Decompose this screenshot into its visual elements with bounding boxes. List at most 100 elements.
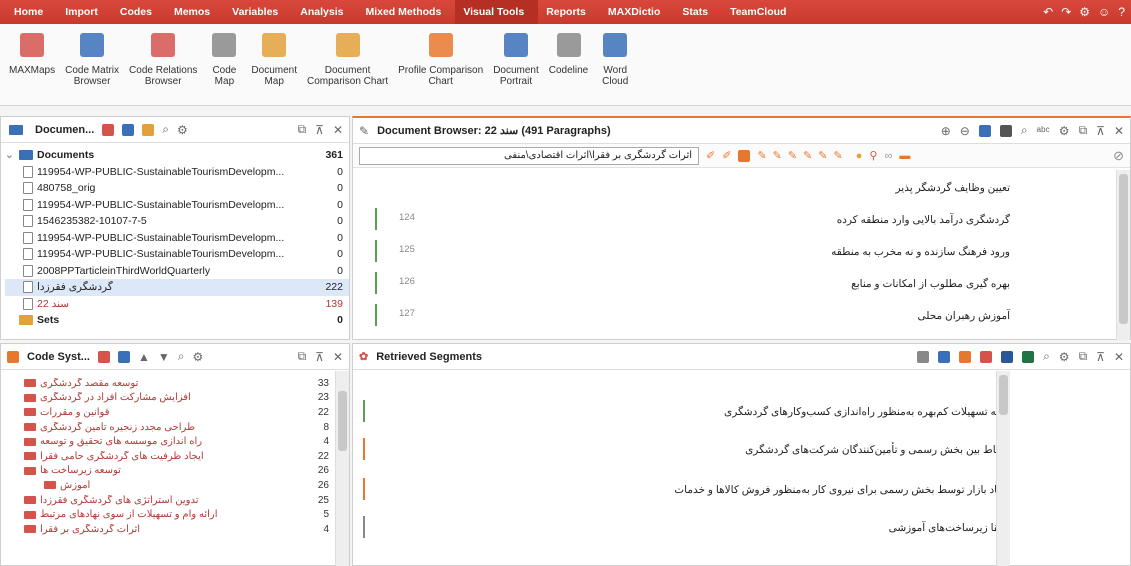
link-icon[interactable]: ∞ bbox=[884, 150, 892, 162]
minimize-icon[interactable]: ⊼ bbox=[315, 123, 324, 137]
gear-icon[interactable]: ⚙ bbox=[1059, 350, 1070, 364]
document-item[interactable]: 119954-WP-PUBLIC-SustainableTourismDevel… bbox=[5, 164, 349, 181]
code-item[interactable]: افزایش مشارکت افراد در گردشگری 23 bbox=[21, 391, 349, 406]
undock-icon[interactable]: ⧉ bbox=[1079, 349, 1088, 364]
close-icon[interactable]: ✕ bbox=[333, 350, 343, 364]
arrow-down-icon[interactable]: ▼ bbox=[158, 350, 170, 364]
document-item[interactable]: 119954-WP-PUBLIC-SustainableTourismDevel… bbox=[5, 230, 349, 247]
document-item[interactable]: 480758_orig 0 bbox=[5, 180, 349, 197]
code-item[interactable]: ارائه وام و تسهیلات از سوی نهادهای مرتبط… bbox=[21, 507, 349, 522]
sets-root[interactable]: Sets 0 bbox=[5, 312, 349, 329]
minimize-icon[interactable]: ⊼ bbox=[1096, 350, 1105, 364]
coding-stripe[interactable] bbox=[375, 304, 385, 326]
menu-variables[interactable]: Variables bbox=[224, 0, 292, 24]
help-icon[interactable]: ? bbox=[1118, 5, 1125, 19]
menu-codes[interactable]: Codes bbox=[112, 0, 166, 24]
gear-icon[interactable]: ⚙ bbox=[192, 350, 203, 364]
code-item[interactable]: تدوین استراتژی های گردشگری فقرزدا 25 bbox=[21, 493, 349, 508]
doc-scroll-thumb[interactable] bbox=[1119, 174, 1128, 324]
comment-icon[interactable]: ▬ bbox=[899, 150, 910, 162]
ribbon-button-portrait[interactable]: Document Portrait bbox=[488, 28, 544, 104]
close-icon[interactable]: ✕ bbox=[333, 123, 343, 137]
document-item[interactable]: 2008PPTarticleinThirdWorldQuarterly 0 bbox=[5, 263, 349, 280]
export-icon[interactable] bbox=[917, 350, 930, 363]
ribbon-button-profile-chart[interactable]: Profile Comparison Chart bbox=[393, 28, 488, 104]
ribbon-button-document-map[interactable]: Document Map bbox=[246, 28, 302, 104]
menu-home[interactable]: Home bbox=[6, 0, 57, 24]
code-item[interactable]: توسعه مقصد گردشگری 33 bbox=[21, 376, 349, 391]
minimize-icon[interactable]: ⊼ bbox=[1096, 124, 1105, 138]
code-scroll-thumb[interactable] bbox=[338, 391, 347, 451]
documents-root[interactable]: ⌄ Documents 361 bbox=[5, 147, 349, 164]
ribbon-button-codeline[interactable]: Codeline bbox=[544, 28, 593, 104]
menu-import[interactable]: Import bbox=[57, 0, 112, 24]
undock-icon[interactable]: ⧉ bbox=[298, 122, 307, 137]
layout-icon[interactable] bbox=[999, 124, 1012, 137]
retrieved-segment[interactable]: ایجاد بازار توسط بخش رسمی برای نیروی کار… bbox=[674, 484, 1010, 496]
close-icon[interactable]: ✕ bbox=[1114, 124, 1124, 138]
menu-memos[interactable]: Memos bbox=[166, 0, 224, 24]
smiley-icon[interactable]: ☺ bbox=[1098, 5, 1110, 19]
emoticon-icon[interactable]: ● bbox=[856, 150, 863, 162]
document-item[interactable]: گردشگری فقرزدا 222 bbox=[5, 279, 349, 296]
code-item[interactable]: قوانین و مقررات 22 bbox=[21, 405, 349, 420]
code-icon[interactable] bbox=[738, 149, 751, 162]
undock-icon[interactable]: ⧉ bbox=[298, 349, 307, 364]
undo-icon[interactable]: ↶ bbox=[1043, 5, 1053, 19]
code-scrollbar[interactable] bbox=[335, 371, 349, 566]
segments-scrollbar[interactable] bbox=[996, 371, 1010, 566]
filter-icon[interactable] bbox=[142, 123, 155, 136]
segment-stripe[interactable] bbox=[363, 516, 373, 538]
ribbon-button-maxmaps[interactable]: MAXMaps bbox=[4, 28, 60, 104]
chart-icon[interactable] bbox=[980, 350, 993, 363]
segment-stripe[interactable] bbox=[363, 400, 373, 422]
code-item[interactable]: اثرات گردشگری بر فقرا 4 bbox=[21, 522, 349, 537]
coding-stripe[interactable] bbox=[375, 240, 385, 262]
minimize-icon[interactable]: ⊼ bbox=[315, 350, 324, 364]
new-code-icon[interactable] bbox=[97, 350, 110, 363]
menu-reports[interactable]: Reports bbox=[538, 0, 600, 24]
search-icon[interactable]: ⌕ bbox=[1043, 349, 1050, 364]
document-item[interactable]: 1546235382-10107-7-5 0 bbox=[5, 213, 349, 230]
menu-mixed-methods[interactable]: Mixed Methods bbox=[357, 0, 455, 24]
retrieved-segment[interactable]: ارائه تسهیلات کم‌بهره به‌منظور راه‌انداز… bbox=[723, 406, 1010, 418]
redo-icon[interactable]: ↷ bbox=[1061, 5, 1071, 19]
search-icon[interactable]: ⌕ bbox=[178, 349, 185, 364]
import-icon[interactable] bbox=[122, 123, 135, 136]
gear-icon[interactable]: ⚙ bbox=[1059, 124, 1070, 138]
search-icon[interactable]: ⌕ bbox=[1021, 123, 1028, 138]
highlight-icon[interactable]: ✐ bbox=[722, 149, 731, 162]
highlight-icon[interactable]: ✐ bbox=[706, 149, 715, 162]
edit-icon[interactable]: ✎ bbox=[359, 124, 369, 138]
filter-icon[interactable] bbox=[959, 350, 972, 363]
excel-icon[interactable] bbox=[1022, 350, 1035, 363]
code-item[interactable]: توسعه زیرساخت ها 26 bbox=[21, 464, 349, 479]
code-item[interactable]: آموزش 26 bbox=[21, 478, 349, 493]
ribbon-button-code-relations[interactable]: Code Relations Browser bbox=[124, 28, 202, 104]
menu-analysis[interactable]: Analysis bbox=[292, 0, 357, 24]
code-combo-box[interactable]: اثرات گردشگری بر فقرا\اثرات اقتصادی\منفی bbox=[359, 146, 699, 165]
menu-maxdictio[interactable]: MAXDictio bbox=[600, 0, 675, 24]
retrieved-segment[interactable]: ارتقا زیرساخت‌های آموزشی bbox=[723, 522, 1010, 534]
code-item[interactable]: ایجاد ظرفیت های گردشگری حامی فقرا 22 bbox=[21, 449, 349, 464]
document-item[interactable]: 119954-WP-PUBLIC-SustainableTourismDevel… bbox=[5, 246, 349, 263]
retrieved-segment[interactable]: ارتباط بین بخش رسمی و تأمین‌کنندگان شرکت… bbox=[723, 444, 1010, 456]
segment-stripe[interactable] bbox=[363, 438, 373, 460]
menu-teamcloud[interactable]: TeamCloud bbox=[722, 0, 800, 24]
settings-icon[interactable]: ⚙ bbox=[1079, 5, 1090, 19]
ribbon-button-code-map[interactable]: Code Map bbox=[202, 28, 246, 104]
ribbon-button-code-matrix[interactable]: Code Matrix Browser bbox=[60, 28, 124, 104]
zoom-out-icon[interactable]: ⊖ bbox=[960, 124, 970, 138]
code-item[interactable]: راه اندازی موسسه های تحقیق و توسعه 4 bbox=[21, 434, 349, 449]
word-icon[interactable] bbox=[1001, 350, 1014, 363]
arrow-up-icon[interactable]: ▲ bbox=[138, 350, 150, 364]
view-icon[interactable] bbox=[938, 350, 951, 363]
new-document-icon[interactable] bbox=[102, 123, 115, 136]
pin-icon[interactable]: ⚲ bbox=[869, 149, 877, 162]
gear-icon[interactable]: ⚙ bbox=[177, 123, 188, 137]
color-code-icon[interactable]: ✎✎✎✎✎✎ bbox=[757, 149, 848, 162]
undock-icon[interactable]: ⧉ bbox=[1079, 123, 1088, 138]
zoom-in-icon[interactable]: ⊕ bbox=[941, 124, 951, 138]
segments-scroll-thumb[interactable] bbox=[999, 375, 1008, 415]
ribbon-button-word-cloud[interactable]: Word Cloud bbox=[593, 28, 637, 104]
